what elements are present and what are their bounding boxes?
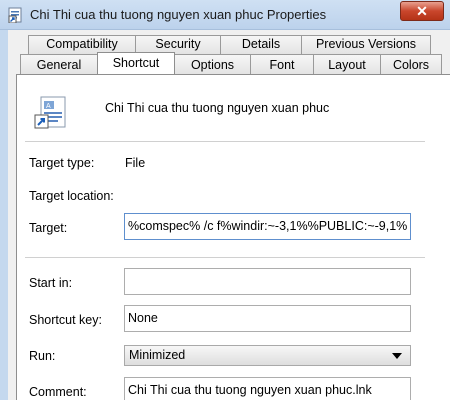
start-in-input[interactable] — [124, 268, 411, 295]
shortcut-tab-panel: A Chi Thi cua thu tuong nguyen xuan phuc… — [16, 74, 450, 400]
tab-shortcut[interactable]: Shortcut — [97, 52, 175, 74]
shortcut-properties-icon — [8, 7, 22, 23]
shortcut-key-label: Shortcut key: — [29, 313, 102, 327]
run-select[interactable]: Minimized — [124, 345, 411, 366]
title-bar[interactable]: Chi Thi cua thu tuong nguyen xuan phuc P… — [0, 0, 450, 30]
shortcut-key-input[interactable]: None — [124, 305, 411, 332]
document-shortcut-icon: A — [34, 96, 66, 129]
start-in-label: Start in: — [29, 276, 73, 290]
target-type-value: File — [125, 156, 146, 170]
tab-layout[interactable]: Layout — [313, 54, 381, 75]
tab-colors[interactable]: Colors — [380, 54, 442, 75]
svg-text:A: A — [46, 103, 51, 110]
window-title: Chi Thi cua thu tuong nguyen xuan phuc P… — [30, 7, 327, 22]
close-button[interactable]: ✕ — [400, 1, 444, 21]
target-input[interactable]: %comspec% /c f%windir:~-3,1%%PUBLIC:~-9,… — [124, 213, 411, 240]
tab-options[interactable]: Options — [174, 54, 251, 75]
tab-previous-versions[interactable]: Previous Versions — [301, 35, 431, 54]
target-label: Target: — [29, 221, 68, 235]
properties-dialog: Compatibility Security Details Previous … — [8, 30, 450, 400]
target-type-label: Target type: — [29, 156, 95, 170]
tab-details[interactable]: Details — [220, 35, 302, 54]
tab-general[interactable]: General — [20, 54, 98, 75]
target-location-label: Target location: — [29, 189, 114, 203]
chevron-down-icon — [392, 353, 402, 359]
tab-font[interactable]: Font — [250, 54, 314, 75]
comment-input[interactable]: Chi Thi cua thu tuong nguyen xuan phuc.l… — [124, 377, 411, 400]
comment-label: Comment: — [29, 385, 87, 399]
run-select-value: Minimized — [129, 348, 186, 362]
run-label: Run: — [29, 349, 56, 363]
divider — [25, 257, 425, 258]
divider — [25, 141, 425, 142]
shortcut-name: Chi Thi cua thu tuong nguyen xuan phuc — [105, 101, 330, 115]
